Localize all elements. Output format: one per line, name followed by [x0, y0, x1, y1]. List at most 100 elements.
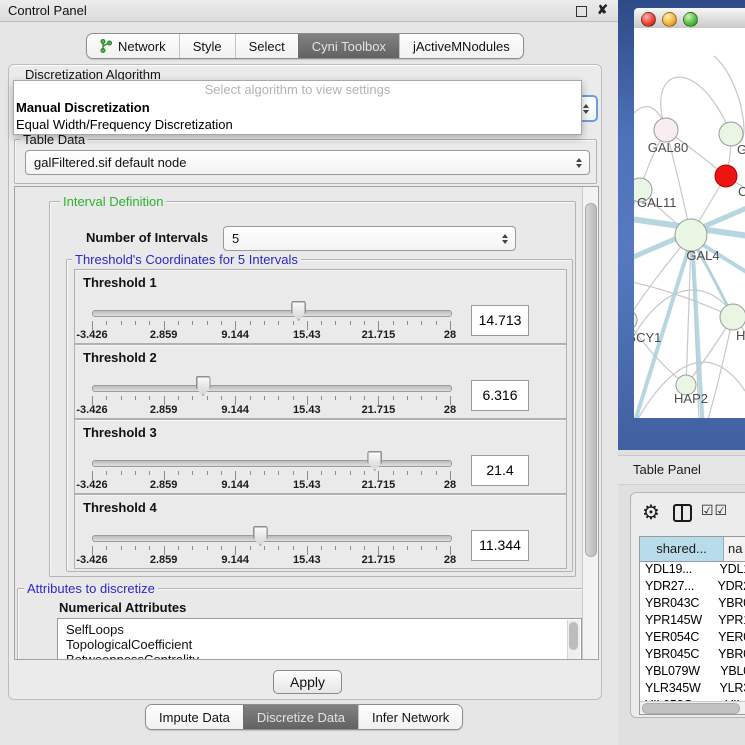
table-cell[interactable]: YDR2 — [713, 579, 745, 596]
close-icon[interactable]: ✘ — [597, 2, 608, 18]
traffic-light-minimize-icon[interactable] — [662, 12, 677, 27]
tab-network[interactable]: Network — [87, 34, 179, 58]
tick-mark — [149, 546, 150, 550]
table-row[interactable]: YBR043CYBR0 — [640, 596, 745, 613]
table-header-name[interactable]: na — [724, 537, 745, 561]
traffic-light-close-icon[interactable] — [641, 12, 656, 27]
tab-discretize-data[interactable]: Discretize Data — [243, 705, 358, 729]
table-cell[interactable]: YLR3 — [716, 681, 745, 698]
network-node-c[interactable] — [715, 165, 737, 187]
slider-thumb[interactable] — [367, 451, 382, 471]
number-of-intervals-combo[interactable]: 5 — [223, 226, 516, 251]
table-cell[interactable]: YLR345W — [640, 681, 716, 698]
tab-infer-network[interactable]: Infer Network — [358, 705, 462, 729]
table-cell[interactable]: YPR145W — [640, 613, 714, 630]
popup-option-manual-discretization[interactable]: Manual Discretization — [14, 99, 581, 116]
slider-thumb[interactable] — [196, 376, 211, 396]
traffic-light-zoom-icon[interactable] — [683, 12, 698, 27]
threshold-value-input[interactable]: 11.344 — [471, 530, 529, 561]
slider-track[interactable] — [92, 460, 452, 467]
node-table[interactable]: shared... na YDL19...YDL1YDR27...YDR2YBR… — [639, 536, 745, 715]
node-label: HAP2 — [674, 391, 708, 406]
table-row[interactable]: YBL079WYBL0 — [640, 664, 745, 681]
thresholds-group-title: Threshold's Coordinates for 5 Intervals — [72, 252, 301, 267]
tick-label: 21.715 — [362, 404, 396, 416]
slider-track[interactable] — [92, 310, 452, 317]
slider-track[interactable] — [92, 535, 452, 542]
table-cell[interactable]: YER054C — [640, 630, 714, 647]
number-of-intervals-label: Number of Intervals — [86, 230, 208, 245]
tick-mark — [350, 546, 351, 550]
combo-stepper-icon — [576, 158, 582, 168]
table-cell[interactable]: YPR1 — [714, 613, 745, 630]
table-cell[interactable]: YDL1 — [716, 562, 745, 579]
threshold-label: Threshold 2 — [83, 350, 157, 365]
table-data-combo[interactable]: galFiltered.sif default node — [25, 150, 590, 175]
table-panel-header: Table Panel — [618, 455, 745, 485]
checkbox-icons[interactable]: ☑☑ — [701, 502, 728, 519]
tab-style[interactable]: Style — [179, 34, 235, 58]
table-cell[interactable]: YBR0 — [714, 647, 745, 664]
table-cell[interactable]: YDL19... — [640, 562, 716, 579]
tick-mark — [278, 471, 279, 475]
tick-mark — [436, 471, 437, 475]
table-row[interactable]: YBR045CYBR0 — [640, 647, 745, 664]
tab-jactivemnodules[interactable]: jActiveMNodules — [399, 34, 523, 58]
tick-mark — [207, 546, 208, 550]
tab-cyni-toolbox[interactable]: Cyni Toolbox — [298, 34, 399, 58]
network-node-h[interactable] — [720, 304, 745, 330]
threshold-value-input[interactable]: 21.4 — [471, 455, 529, 486]
tick-label: 28 — [444, 479, 456, 491]
tick-label: 9.144 — [221, 479, 249, 491]
table-cell[interactable]: YBL0 — [716, 664, 745, 681]
popup-option-equal-width-frequency-discretization[interactable]: Equal Width/Frequency Discretization — [14, 116, 581, 133]
tick-mark — [421, 321, 422, 325]
slider-thumb[interactable] — [291, 301, 306, 321]
tick-label: 15.43 — [293, 554, 321, 566]
tick-mark — [106, 546, 107, 550]
list-item-selfloops[interactable]: SelfLoops — [58, 622, 581, 637]
table-header-shared[interactable]: shared... — [640, 537, 724, 561]
table-row[interactable]: YER054CYER0 — [640, 630, 745, 647]
table-row[interactable]: YDR27...YDR2 — [640, 579, 745, 596]
tick-mark — [250, 546, 251, 550]
table-cell[interactable]: YBL079W — [640, 664, 716, 681]
attributes-scrollbar[interactable] — [567, 620, 580, 660]
network-node-gal80[interactable] — [654, 118, 678, 142]
network-node-gcy1[interactable] — [634, 310, 637, 330]
slider-track[interactable] — [92, 385, 452, 392]
table-row[interactable]: YDL19...YDL1 — [640, 562, 745, 579]
list-item-topologicalcoefficient[interactable]: TopologicalCoefficient — [58, 637, 581, 652]
settings-gear-icon[interactable]: ⚙ — [642, 500, 660, 525]
slider-ticks — [92, 321, 451, 330]
tick-mark — [264, 396, 265, 400]
horizontal-scrollbar[interactable] — [640, 701, 745, 714]
attributes-scrollbar-thumb[interactable] — [569, 622, 578, 650]
tick-mark — [321, 396, 322, 400]
list-item-betweennesscentrality[interactable]: BetweennessCentrality — [58, 652, 581, 660]
threshold-label: Threshold 1 — [83, 275, 157, 290]
table-row[interactable]: YLR345WYLR3 — [640, 681, 745, 698]
threshold-value-input[interactable]: 14.713 — [471, 305, 529, 336]
network-titlebar[interactable] — [634, 8, 745, 29]
threshold-value-input[interactable]: 6.316 — [471, 380, 529, 411]
float-window-icon[interactable] — [576, 6, 587, 17]
tab-impute-data[interactable]: Impute Data — [146, 705, 243, 729]
slider-thumb[interactable] — [253, 526, 268, 546]
tab-select[interactable]: Select — [235, 34, 298, 58]
apply-button[interactable]: Apply — [273, 670, 342, 694]
tick-label: 28 — [444, 404, 456, 416]
table-row[interactable]: YPR145WYPR1 — [640, 613, 745, 630]
split-view-icon[interactable] — [673, 504, 692, 522]
vertical-scrollbar[interactable] — [582, 187, 598, 659]
horizontal-scrollbar-thumb[interactable] — [642, 703, 740, 714]
table-cell[interactable]: YBR0 — [714, 596, 745, 613]
table-cell[interactable]: YER0 — [714, 630, 745, 647]
numerical-attributes-list[interactable]: SelfLoopsTopologicalCoefficientBetweenne… — [57, 618, 582, 660]
vertical-scrollbar-thumb[interactable] — [585, 203, 597, 557]
table-cell[interactable]: YDR27... — [640, 579, 713, 596]
table-cell[interactable]: YBR043C — [640, 596, 714, 613]
network-canvas[interactable]: GAL80GCGAL11GAL4GCY1HHAP2 — [634, 28, 745, 418]
table-cell[interactable]: YBR045C — [640, 647, 714, 664]
network-node-gal4[interactable] — [675, 219, 707, 251]
